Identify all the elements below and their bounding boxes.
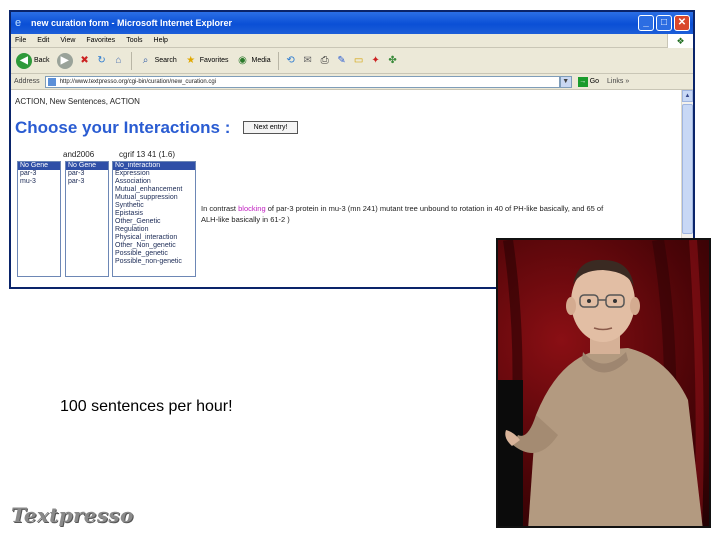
listbox-option[interactable]: Possible_non-genetic (113, 258, 195, 266)
next-entry-button[interactable]: Next entry! (243, 121, 298, 134)
listbox-option[interactable]: No_interaction (113, 162, 195, 170)
address-bar: Address http://www.textpresso.org/cgi-bi… (11, 74, 693, 90)
favorites-button[interactable]: ★ Favorites (182, 53, 231, 69)
listbox-option[interactable]: Other_Non_genetic (113, 242, 195, 250)
listbox-option[interactable]: No Gene (18, 162, 60, 170)
person-portrait-illustration (498, 240, 704, 526)
internet-explorer-icon: e (15, 17, 22, 29)
go-button[interactable]: → Go (577, 76, 600, 87)
address-input[interactable]: http://www.textpresso.org/cgi-bin/curati… (44, 75, 560, 88)
refresh-icon[interactable]: ↻ (95, 54, 109, 68)
menu-bar: File Edit View Favorites Tools Help (11, 34, 693, 48)
presenter-photo (496, 238, 711, 528)
menu-tools[interactable]: Tools (126, 37, 142, 44)
search-icon: ⌕ (142, 54, 149, 66)
listbox-option[interactable]: Mutual_suppression (113, 194, 195, 202)
discuss-icon[interactable]: ✤ (386, 54, 400, 68)
back-label: Back (34, 57, 50, 64)
column-header-1: and2006 (63, 150, 95, 159)
slide-caption: 100 sentences per hour! (60, 398, 233, 415)
menu-favorites[interactable]: Favorites (86, 37, 115, 44)
listbox-option[interactable]: Epistasis (113, 210, 195, 218)
title-bar: e new curation form - Microsoft Internet… (11, 12, 693, 34)
action-line: ACTION, New Sentences, ACTION (15, 97, 140, 106)
edit-icon[interactable]: ✎ (335, 54, 349, 68)
listbox-option[interactable]: Regulation (113, 226, 195, 234)
page-heading: Choose your Interactions : (15, 118, 231, 137)
folder-icon[interactable]: ▭ (352, 54, 366, 68)
media-button[interactable]: ◉ Media (234, 53, 273, 69)
stop-icon[interactable]: ✖ (78, 54, 92, 68)
go-arrow-icon: → (577, 76, 588, 87)
menu-help[interactable]: Help (154, 37, 168, 44)
listbox-option[interactable]: Expression (113, 170, 195, 178)
listbox-option[interactable]: Mutual_enhancement (113, 186, 195, 194)
evidence-sentence: In contrast blocking of par-3 protein in… (201, 203, 621, 225)
maximize-button[interactable]: □ (656, 15, 672, 31)
listbox-option[interactable]: Possible_genetic (113, 250, 195, 258)
window-controls: _ □ ✕ (638, 15, 690, 31)
toolbar: ◀ Back ▶ ✖ ↻ ⌂ ⌕ Search ★ Favorites ◉ Me… (11, 48, 693, 74)
listbox-option[interactable]: par-3 (66, 170, 108, 178)
listbox-option[interactable]: par-3 (18, 170, 60, 178)
address-label: Address (14, 78, 40, 85)
search-label: Search (154, 57, 177, 64)
listbox-option[interactable]: Synthetic (113, 202, 195, 210)
forward-button[interactable]: ▶ (55, 52, 75, 70)
menu-edit[interactable]: Edit (37, 37, 49, 44)
windows-logo-icon: ❖ (667, 34, 693, 48)
page-icon (47, 77, 56, 86)
menu-file[interactable]: File (15, 37, 26, 44)
media-icon: ◉ (238, 54, 247, 66)
menu-view[interactable]: View (60, 37, 75, 44)
favorites-star-icon: ★ (186, 54, 196, 66)
go-label: Go (589, 78, 600, 85)
gene-listbox-1[interactable]: No Gene par-3 mu-3 (17, 161, 61, 277)
favorites-label: Favorites (199, 57, 229, 64)
scroll-thumb[interactable] (682, 104, 693, 234)
column-header-3: cgrif 13 41 (1.6) (119, 150, 176, 159)
highlighted-term: blocking (238, 204, 266, 213)
toolbar-separator (130, 51, 132, 70)
print-icon[interactable]: ⎙ (318, 54, 332, 68)
forward-arrow-icon: ▶ (56, 52, 73, 69)
back-button[interactable]: ◀ Back (14, 52, 52, 70)
gene-listbox-2[interactable]: No Gene par-3 par-3 (65, 161, 109, 277)
address-value: http://www.textpresso.org/cgi-bin/curati… (59, 78, 217, 85)
listbox-option[interactable]: Physical_interaction (113, 234, 195, 242)
scroll-up-arrow-icon[interactable]: ▲ (682, 90, 693, 102)
search-button[interactable]: ⌕ Search (137, 53, 179, 69)
listbox-option[interactable]: Other_Genetic (113, 218, 195, 226)
links-button[interactable]: Links » (607, 78, 629, 85)
listbox-option[interactable]: Association (113, 178, 195, 186)
mail-icon[interactable]: ✉ (301, 54, 315, 68)
interaction-type-listbox[interactable]: No_interaction Expression Association Mutua… (112, 161, 196, 277)
textpresso-logo: Textpresso (11, 503, 134, 527)
back-arrow-icon: ◀ (16, 52, 32, 69)
minimize-button[interactable]: _ (638, 15, 654, 31)
window-title: new curation form - Microsoft Internet E… (31, 18, 233, 28)
listbox-option[interactable]: par-3 (66, 178, 108, 186)
history-icon[interactable]: ⟲ (284, 54, 298, 68)
listbox-option[interactable]: No Gene (66, 162, 108, 170)
messenger-icon[interactable]: ✦ (369, 54, 383, 68)
sentence-start: In contrast (201, 204, 239, 213)
address-dropdown-arrow-icon[interactable]: ▼ (559, 75, 572, 88)
close-button[interactable]: ✕ (674, 15, 690, 31)
media-label: Media (251, 57, 271, 64)
home-icon[interactable]: ⌂ (112, 54, 126, 68)
toolbar-separator (277, 51, 279, 70)
listbox-option[interactable]: mu-3 (18, 178, 60, 186)
